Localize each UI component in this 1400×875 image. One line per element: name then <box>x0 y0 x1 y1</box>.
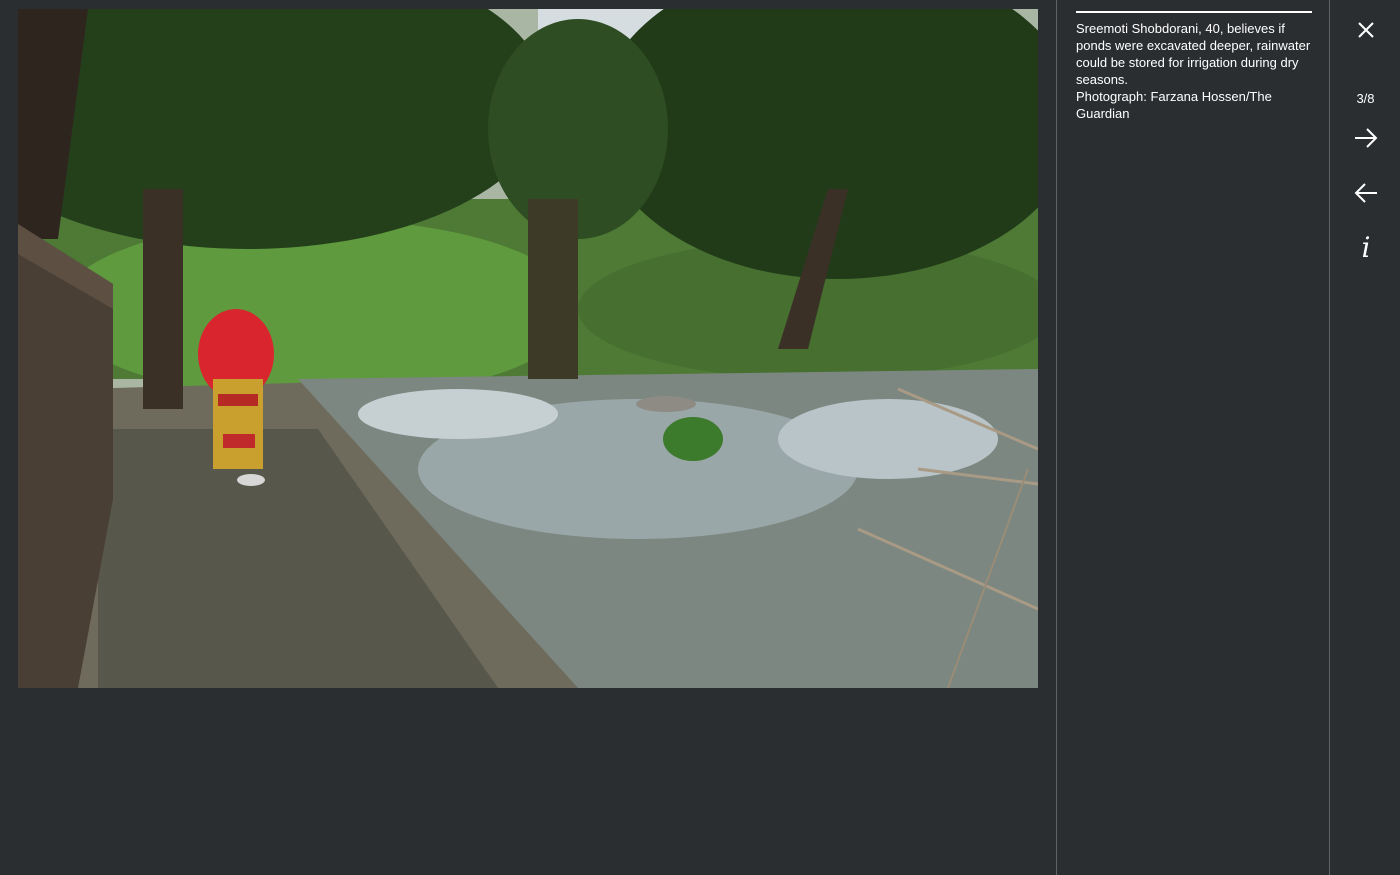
arrow-left-icon <box>1354 183 1377 203</box>
photo-illustration <box>18 9 1038 688</box>
caption-panel: Sreemoti Shobdorani, 40, believes if pon… <box>1056 0 1330 875</box>
photo-caption: Sreemoti Shobdorani, 40, believes if pon… <box>1076 21 1311 87</box>
previous-button[interactable] <box>1348 175 1384 211</box>
image-stage <box>0 0 1056 875</box>
gallery-viewer: Sreemoti Shobdorani, 40, believes if pon… <box>0 0 1400 875</box>
photo-credit: Photograph: Farzana Hossen/The Guardian <box>1076 89 1272 121</box>
image-counter: 3/8 <box>1356 91 1375 106</box>
close-button[interactable] <box>1348 12 1384 48</box>
caption-block: Sreemoti Shobdorani, 40, believes if pon… <box>1076 20 1316 122</box>
gallery-photo[interactable] <box>18 9 1038 688</box>
close-icon <box>1358 22 1374 38</box>
next-button[interactable] <box>1348 120 1384 156</box>
arrow-right-icon <box>1355 128 1378 148</box>
info-button[interactable]: i <box>1348 230 1384 266</box>
gallery-controls: 3/8 i <box>1331 0 1400 875</box>
caption-divider <box>1076 11 1312 13</box>
info-icon: i <box>1361 231 1371 264</box>
